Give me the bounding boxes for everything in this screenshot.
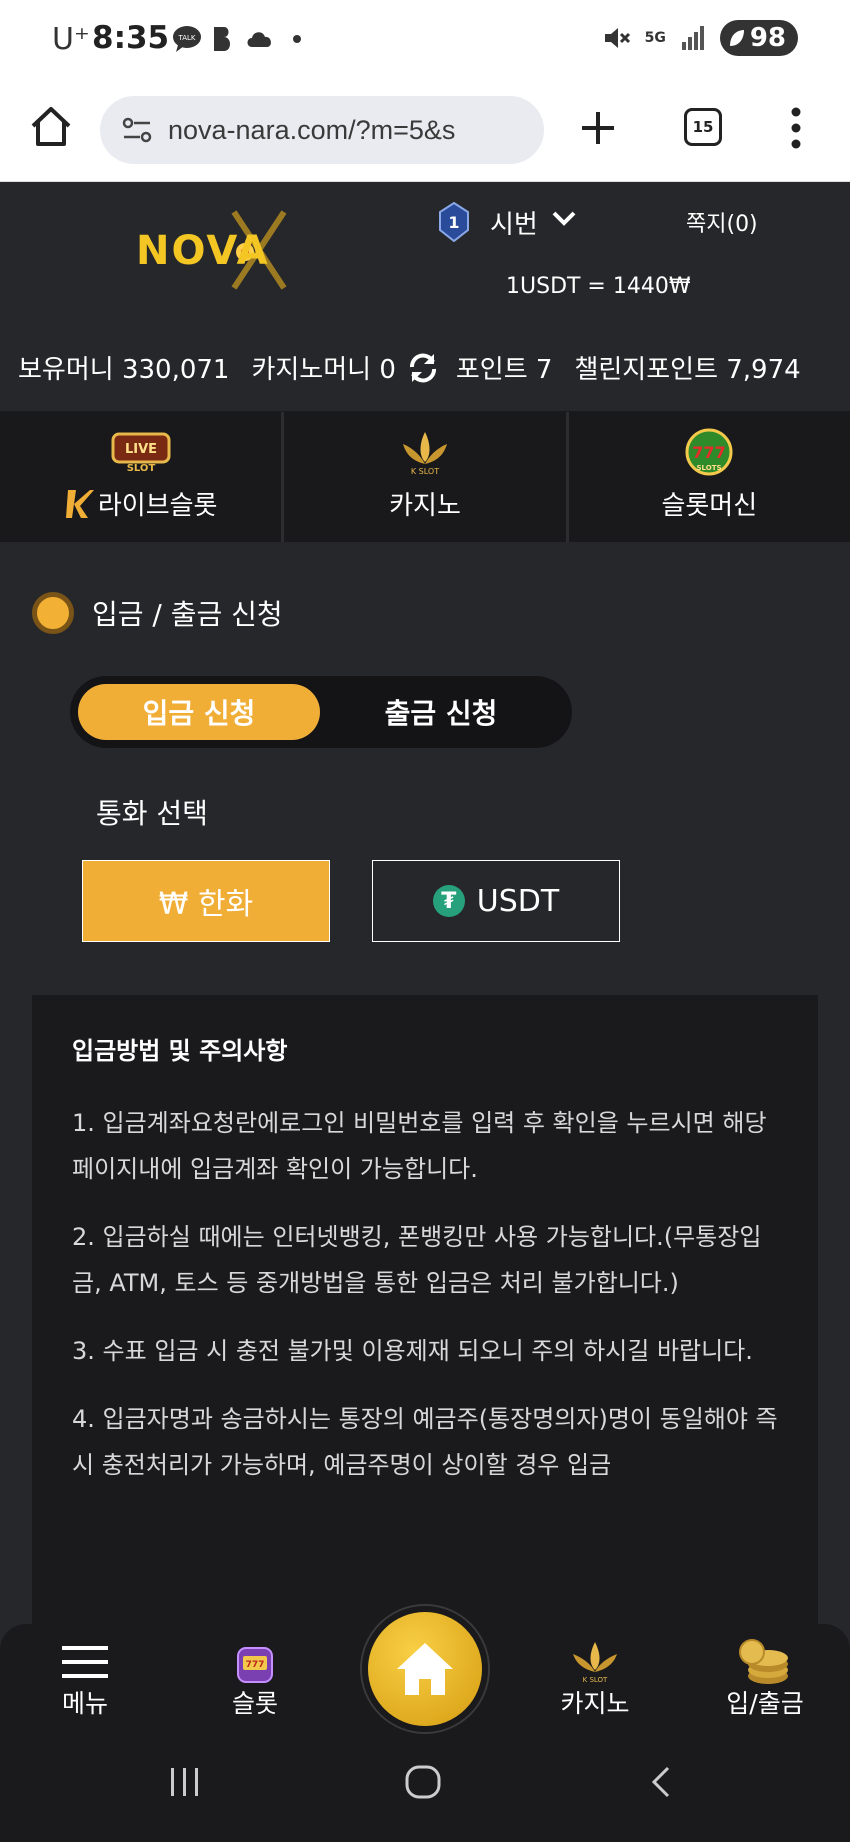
level-number: 1 bbox=[448, 213, 459, 232]
balance-row: 보유머니 330,071 카지노머니 0 포인트 7 챌린지포인트 7,974 bbox=[0, 324, 850, 412]
circle-bullet-icon bbox=[32, 592, 74, 634]
k-logo-icon bbox=[65, 489, 94, 518]
usdt-currency-button[interactable]: ₮ USDT bbox=[372, 860, 620, 942]
home-button[interactable] bbox=[362, 1606, 488, 1732]
casino-lotus-icon: K SLOT bbox=[573, 1642, 617, 1684]
cloud-icon bbox=[247, 32, 271, 47]
tabs-button[interactable]: 15 bbox=[684, 108, 722, 146]
svg-text:SLOT: SLOT bbox=[126, 463, 155, 472]
network-label: 5G bbox=[644, 30, 666, 46]
krw-label: ₩ 한화 bbox=[158, 887, 254, 922]
nav-slot[interactable]: 777 슬롯 bbox=[170, 1624, 340, 1734]
status-bar: U⁺ 8:35 TALK 5G 98 bbox=[0, 0, 850, 78]
tab-live-slot-label: 라이브슬롯 bbox=[97, 491, 218, 521]
holding-money: 보유머니 330,071 bbox=[18, 355, 230, 385]
user-name[interactable]: 시번 bbox=[490, 204, 538, 241]
messages-link[interactable]: 쪽지(0) bbox=[686, 206, 758, 238]
refresh-icon[interactable] bbox=[406, 351, 440, 385]
logo-text: NOVA bbox=[136, 228, 270, 274]
svg-text:K SLOT: K SLOT bbox=[583, 1676, 608, 1684]
svg-text:777: 777 bbox=[693, 443, 726, 462]
nav-deposit-withdraw-label: 입/출금 bbox=[726, 1689, 804, 1718]
nav-slot-label: 슬롯 bbox=[231, 1689, 278, 1718]
leaf-icon bbox=[729, 30, 744, 46]
challenge-points: 챌린지포인트 7,974 bbox=[574, 355, 801, 385]
system-home-icon[interactable] bbox=[404, 1764, 442, 1800]
carrier-label: U⁺ bbox=[52, 22, 90, 57]
hamburger-menu-icon bbox=[62, 1646, 108, 1678]
nav-menu[interactable]: 메뉴 bbox=[0, 1624, 170, 1734]
usdt-label: USDT bbox=[476, 883, 560, 919]
deposit-withdraw-toggle: 입금 신청 출금 신청 bbox=[70, 676, 572, 748]
nav-casino-label: 카지노 bbox=[560, 1689, 630, 1718]
svg-text:TALK: TALK bbox=[177, 34, 195, 42]
chevron-down-icon[interactable] bbox=[551, 210, 577, 228]
home-icon[interactable] bbox=[28, 104, 74, 150]
k-slot-icon: K SLOT bbox=[402, 432, 447, 476]
svg-text:K SLOT: K SLOT bbox=[411, 467, 439, 476]
more-menu-icon[interactable] bbox=[790, 106, 802, 150]
section-title: 입금 / 출금 신청 bbox=[32, 592, 283, 634]
casino-money: 카지노머니 0 bbox=[251, 355, 396, 385]
recent-apps-icon[interactable] bbox=[168, 1764, 202, 1800]
tether-icon: ₮ bbox=[432, 885, 465, 917]
nav-menu-label: 메뉴 bbox=[61, 1689, 108, 1718]
svg-text:LIVE: LIVE bbox=[125, 442, 157, 457]
tab-live-slot[interactable]: LIVE SLOT 라이브슬롯 bbox=[0, 412, 285, 542]
notice-title: 입금방법 및 주의사항 bbox=[72, 1037, 288, 1065]
tab-casino[interactable]: K SLOT 카지노 bbox=[284, 412, 569, 542]
nav-casino[interactable]: K SLOT 카지노 bbox=[510, 1624, 680, 1734]
nav-deposit-withdraw[interactable]: 입/출금 bbox=[680, 1624, 850, 1734]
battery-level: 98 bbox=[749, 23, 786, 53]
house-icon bbox=[397, 1643, 453, 1695]
svg-text:777: 777 bbox=[246, 1660, 265, 1670]
back-icon[interactable] bbox=[648, 1764, 674, 1800]
krw-currency-button[interactable]: ₩ 한화 bbox=[82, 860, 330, 942]
more-notifications-icon bbox=[293, 35, 301, 43]
tab-slot-machine-label: 슬롯머신 bbox=[661, 491, 758, 521]
svg-text:SLOTS: SLOTS bbox=[697, 464, 722, 472]
nova-logo[interactable]: NOVA bbox=[134, 210, 300, 290]
new-tab-icon[interactable] bbox=[578, 108, 618, 148]
tab-deposit-request[interactable]: 입금 신청 bbox=[78, 684, 320, 740]
signal-icon bbox=[681, 26, 704, 50]
slot-machine-icon: 777 bbox=[237, 1647, 273, 1683]
site-header: NOVA 1 시번 쪽지(0) 1USDT = 1440₩ bbox=[0, 182, 850, 324]
points: 포인트 7 bbox=[455, 355, 553, 385]
url-text[interactable]: nova-nara.com/?m=5&s bbox=[168, 115, 455, 146]
exchange-rate: 1USDT = 1440₩ bbox=[506, 274, 691, 299]
game-category-tabs: LIVE SLOT 라이브슬롯 K SLOT 카지노 777 SLOTS 슬롯머… bbox=[0, 412, 850, 542]
address-bar[interactable]: nova-nara.com/?m=5&s bbox=[100, 96, 544, 164]
section-title-text: 입금 / 출금 신청 bbox=[92, 598, 283, 631]
coins-icon bbox=[739, 1639, 788, 1684]
notice-item: 2. 입금하실 때에는 인터넷뱅킹, 폰뱅킹만 사용 가능합니다.(무통장입금,… bbox=[72, 1223, 762, 1297]
b-app-icon bbox=[214, 27, 230, 51]
system-navigation-bar bbox=[0, 1734, 850, 1842]
clock: 8:35 bbox=[92, 20, 170, 56]
mute-icon bbox=[604, 28, 630, 48]
notice-item: 3. 수표 입금 시 충전 불가및 이용제재 되오니 주의 하시길 바랍니다. bbox=[72, 1337, 753, 1365]
tab-withdraw-request[interactable]: 출금 신청 bbox=[320, 684, 562, 740]
notice-item: 1. 입금계좌요청란에로그인 비밀번호를 입력 후 확인을 누르시면 해당 페이… bbox=[72, 1109, 767, 1183]
deposit-notice-panel: 입금방법 및 주의사항 1. 입금계좌요청란에로그인 비밀번호를 입력 후 확인… bbox=[32, 995, 818, 1695]
live-slot-icon: LIVE SLOT bbox=[111, 432, 171, 472]
777-slots-icon: 777 SLOTS bbox=[685, 428, 733, 476]
battery-indicator: 98 bbox=[719, 20, 798, 56]
currency-label: 통화 선택 bbox=[96, 797, 208, 830]
browser-toolbar: nova-nara.com/?m=5&s 15 bbox=[0, 78, 850, 182]
tab-casino-label: 카지노 bbox=[389, 491, 461, 521]
level-badge-icon: 1 bbox=[439, 202, 469, 242]
site-settings-icon[interactable] bbox=[122, 117, 152, 143]
notice-item: 4. 입금자명과 송금하시는 통장의 예금주(통장명의자)명이 동일해야 즉시 … bbox=[72, 1405, 778, 1479]
tab-slot-machine[interactable]: 777 SLOTS 슬롯머신 bbox=[569, 412, 850, 542]
talk-icon: TALK bbox=[173, 26, 201, 52]
